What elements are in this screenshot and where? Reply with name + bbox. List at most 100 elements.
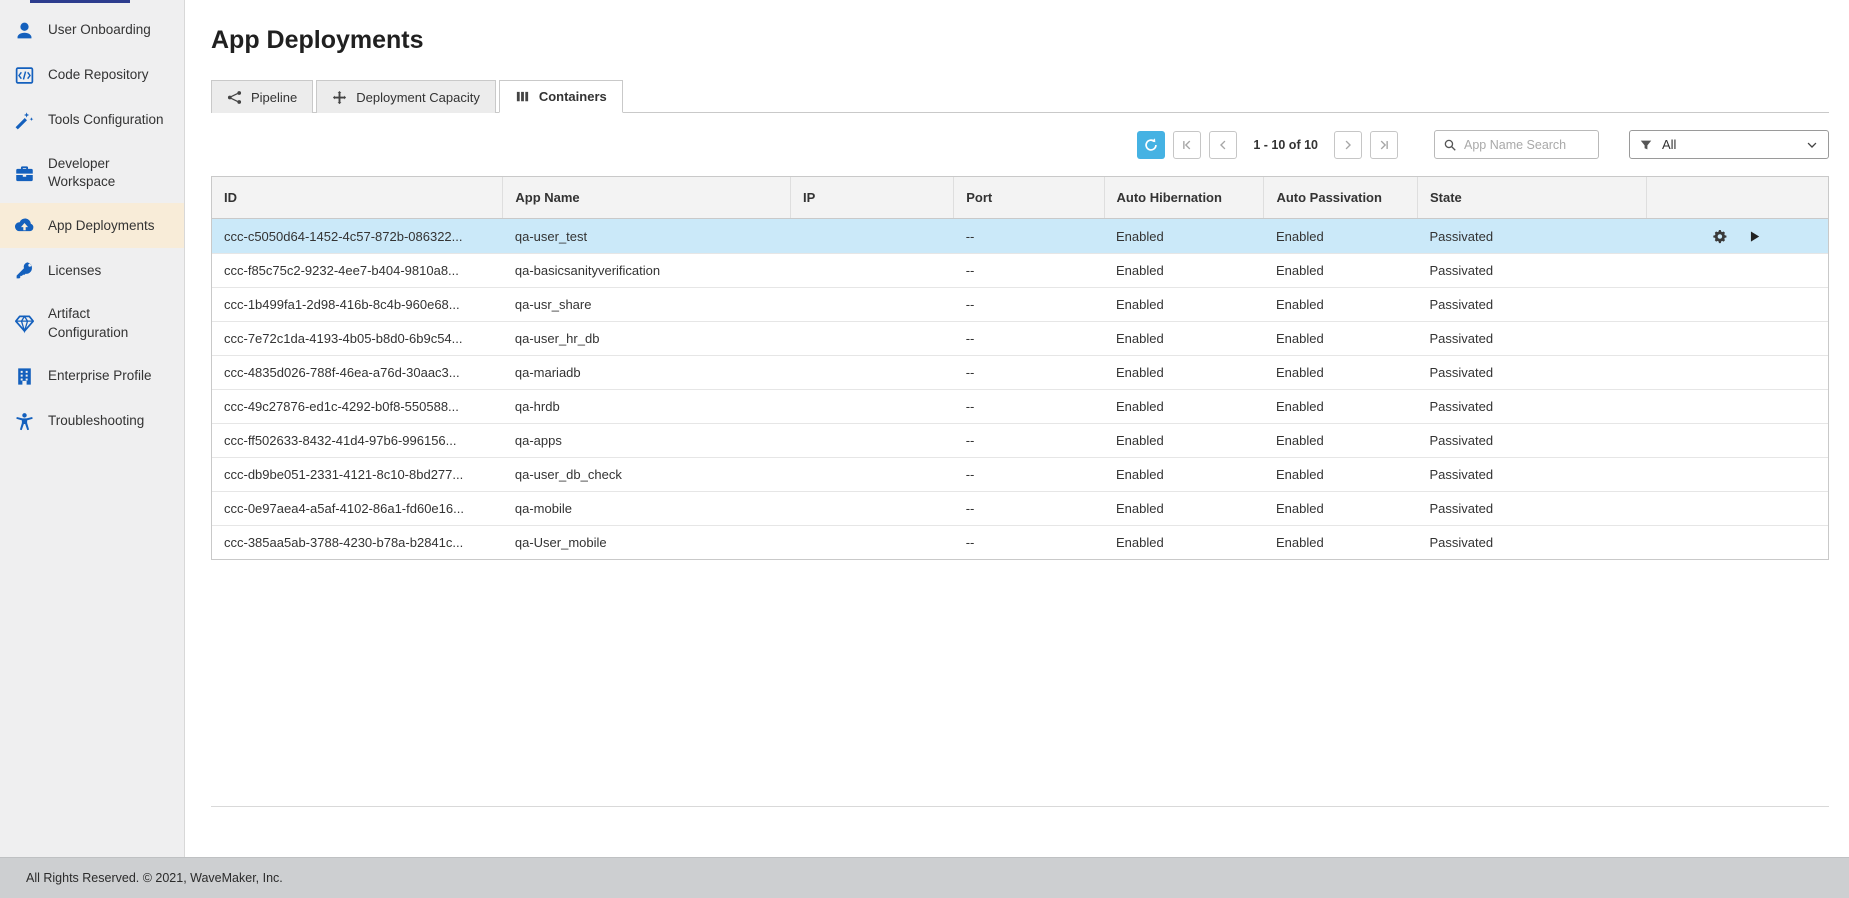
key-icon <box>13 260 35 281</box>
bottom-divider <box>211 806 1829 807</box>
cell-auto-passivation: Enabled <box>1264 492 1418 526</box>
table-row[interactable]: ccc-385aa5ab-3788-4230-b78a-b2841c...qa-… <box>212 526 1828 560</box>
gear-icon[interactable] <box>1712 229 1727 244</box>
cell-actions <box>1647 424 1828 458</box>
tab-deployment-capacity[interactable]: Deployment Capacity <box>316 80 496 113</box>
column-header[interactable]: IP <box>791 177 954 219</box>
table-row[interactable]: ccc-ff502633-8432-41d4-97b6-996156...qa-… <box>212 424 1828 458</box>
troubleshooting-icon <box>13 411 35 432</box>
tab-label: Pipeline <box>251 90 297 105</box>
table-row[interactable]: ccc-0e97aea4-a5af-4102-86a1-fd60e16...qa… <box>212 492 1828 526</box>
sidebar-item-troubleshooting[interactable]: Troubleshooting <box>0 399 184 444</box>
cell-auto-hibernation: Enabled <box>1104 322 1264 356</box>
cell-actions <box>1647 254 1828 288</box>
column-header[interactable] <box>1647 177 1828 219</box>
tab-label: Deployment Capacity <box>356 90 480 105</box>
column-header[interactable]: Port <box>954 177 1104 219</box>
table-row[interactable]: ccc-4835d026-788f-46ea-a76d-30aac3...qa-… <box>212 356 1828 390</box>
cell-actions <box>1647 322 1828 356</box>
tab-bar: Pipeline Deployment Capacity Containers <box>211 79 1829 113</box>
cell-actions <box>1647 356 1828 390</box>
cell-ip <box>791 356 954 390</box>
cell-auto-hibernation: Enabled <box>1104 526 1264 560</box>
last-page-icon <box>1377 138 1391 152</box>
previous-page-button[interactable] <box>1209 131 1237 159</box>
table-row[interactable]: ccc-7e72c1da-4193-4b05-b8d0-6b9c54...qa-… <box>212 322 1828 356</box>
cell-state: Passivated <box>1417 526 1646 560</box>
code-icon <box>13 65 35 86</box>
cloud-icon <box>13 215 35 236</box>
cell-ip <box>791 288 954 322</box>
cell-auto-passivation: Enabled <box>1264 424 1418 458</box>
sidebar-item-artifact-configuration[interactable]: Artifact Configuration <box>0 293 184 353</box>
tab-containers[interactable]: Containers <box>499 80 623 113</box>
tab-pipeline[interactable]: Pipeline <box>211 80 313 113</box>
sidebar-item-label: Artifact Configuration <box>48 305 171 341</box>
next-page-button[interactable] <box>1334 131 1362 159</box>
sidebar-item-app-deployments[interactable]: App Deployments <box>0 203 184 248</box>
first-page-button[interactable] <box>1173 131 1201 159</box>
cell-actions <box>1647 492 1828 526</box>
cell-id: ccc-4835d026-788f-46ea-a76d-30aac3... <box>212 356 503 390</box>
table-row[interactable]: ccc-1b499fa1-2d98-416b-8c4b-960e68...qa-… <box>212 288 1828 322</box>
sidebar-item-licenses[interactable]: Licenses <box>0 248 184 293</box>
cell-id: ccc-0e97aea4-a5af-4102-86a1-fd60e16... <box>212 492 503 526</box>
cell-auto-hibernation: Enabled <box>1104 219 1264 254</box>
table-row[interactable]: ccc-f85c75c2-9232-4ee7-b404-9810a8...qa-… <box>212 254 1828 288</box>
main-content: App Deployments Pipeline Deployment Capa… <box>185 0 1849 857</box>
cell-app-name: qa-User_mobile <box>503 526 791 560</box>
column-header[interactable]: App Name <box>503 177 791 219</box>
column-header[interactable]: Auto Passivation <box>1264 177 1418 219</box>
cell-port: -- <box>954 458 1104 492</box>
state-filter-dropdown[interactable]: All <box>1629 130 1829 159</box>
table-row[interactable]: ccc-c5050d64-1452-4c57-872b-086322...qa-… <box>212 219 1828 254</box>
sidebar: User OnboardingCode RepositoryTools Conf… <box>0 0 185 857</box>
cell-auto-hibernation: Enabled <box>1104 458 1264 492</box>
refresh-icon <box>1143 137 1159 153</box>
cell-auto-passivation: Enabled <box>1264 390 1418 424</box>
cell-state: Passivated <box>1417 254 1646 288</box>
column-header[interactable]: State <box>1417 177 1646 219</box>
table-row[interactable]: ccc-db9be051-2331-4121-8c10-8bd277...qa-… <box>212 458 1828 492</box>
cell-state: Passivated <box>1417 288 1646 322</box>
sidebar-item-tools-configuration[interactable]: Tools Configuration <box>0 98 184 143</box>
sidebar-item-code-repository[interactable]: Code Repository <box>0 53 184 98</box>
cell-ip <box>791 390 954 424</box>
cell-app-name: qa-basicsanityverification <box>503 254 791 288</box>
filter-icon <box>1639 138 1653 152</box>
cell-ip <box>791 322 954 356</box>
cell-id: ccc-7e72c1da-4193-4b05-b8d0-6b9c54... <box>212 322 503 356</box>
cell-auto-passivation: Enabled <box>1264 254 1418 288</box>
cell-auto-passivation: Enabled <box>1264 526 1418 560</box>
table-toolbar: 1 - 10 of 10 <box>211 130 1829 159</box>
search-input[interactable] <box>1464 138 1590 152</box>
first-page-icon <box>1180 138 1194 152</box>
last-page-button[interactable] <box>1370 131 1398 159</box>
cell-auto-passivation: Enabled <box>1264 219 1418 254</box>
sidebar-item-enterprise-profile[interactable]: Enterprise Profile <box>0 354 184 399</box>
artifact-icon <box>13 313 35 334</box>
pipeline-icon <box>227 90 242 105</box>
cell-id: ccc-385aa5ab-3788-4230-b78a-b2841c... <box>212 526 503 560</box>
cell-actions <box>1647 219 1828 254</box>
refresh-button[interactable] <box>1137 131 1165 159</box>
cell-port: -- <box>954 288 1104 322</box>
cell-auto-passivation: Enabled <box>1264 356 1418 390</box>
column-header[interactable]: ID <box>212 177 503 219</box>
sidebar-item-user-onboarding[interactable]: User Onboarding <box>0 8 184 53</box>
cell-id: ccc-ff502633-8432-41d4-97b6-996156... <box>212 424 503 458</box>
play-icon[interactable] <box>1747 229 1762 244</box>
pagination-range: 1 - 10 of 10 <box>1253 138 1318 152</box>
column-header[interactable]: Auto Hibernation <box>1104 177 1264 219</box>
cell-port: -- <box>954 526 1104 560</box>
cell-port: -- <box>954 424 1104 458</box>
cell-ip <box>791 219 954 254</box>
cell-state: Passivated <box>1417 492 1646 526</box>
user-icon <box>13 20 35 41</box>
sidebar-item-developer-workspace[interactable]: Developer Workspace <box>0 143 184 203</box>
cell-auto-passivation: Enabled <box>1264 458 1418 492</box>
table-row[interactable]: ccc-49c27876-ed1c-4292-b0f8-550588...qa-… <box>212 390 1828 424</box>
cell-app-name: qa-user_test <box>503 219 791 254</box>
chevron-right-icon <box>1341 138 1355 152</box>
app-root: User OnboardingCode RepositoryTools Conf… <box>0 0 1849 898</box>
